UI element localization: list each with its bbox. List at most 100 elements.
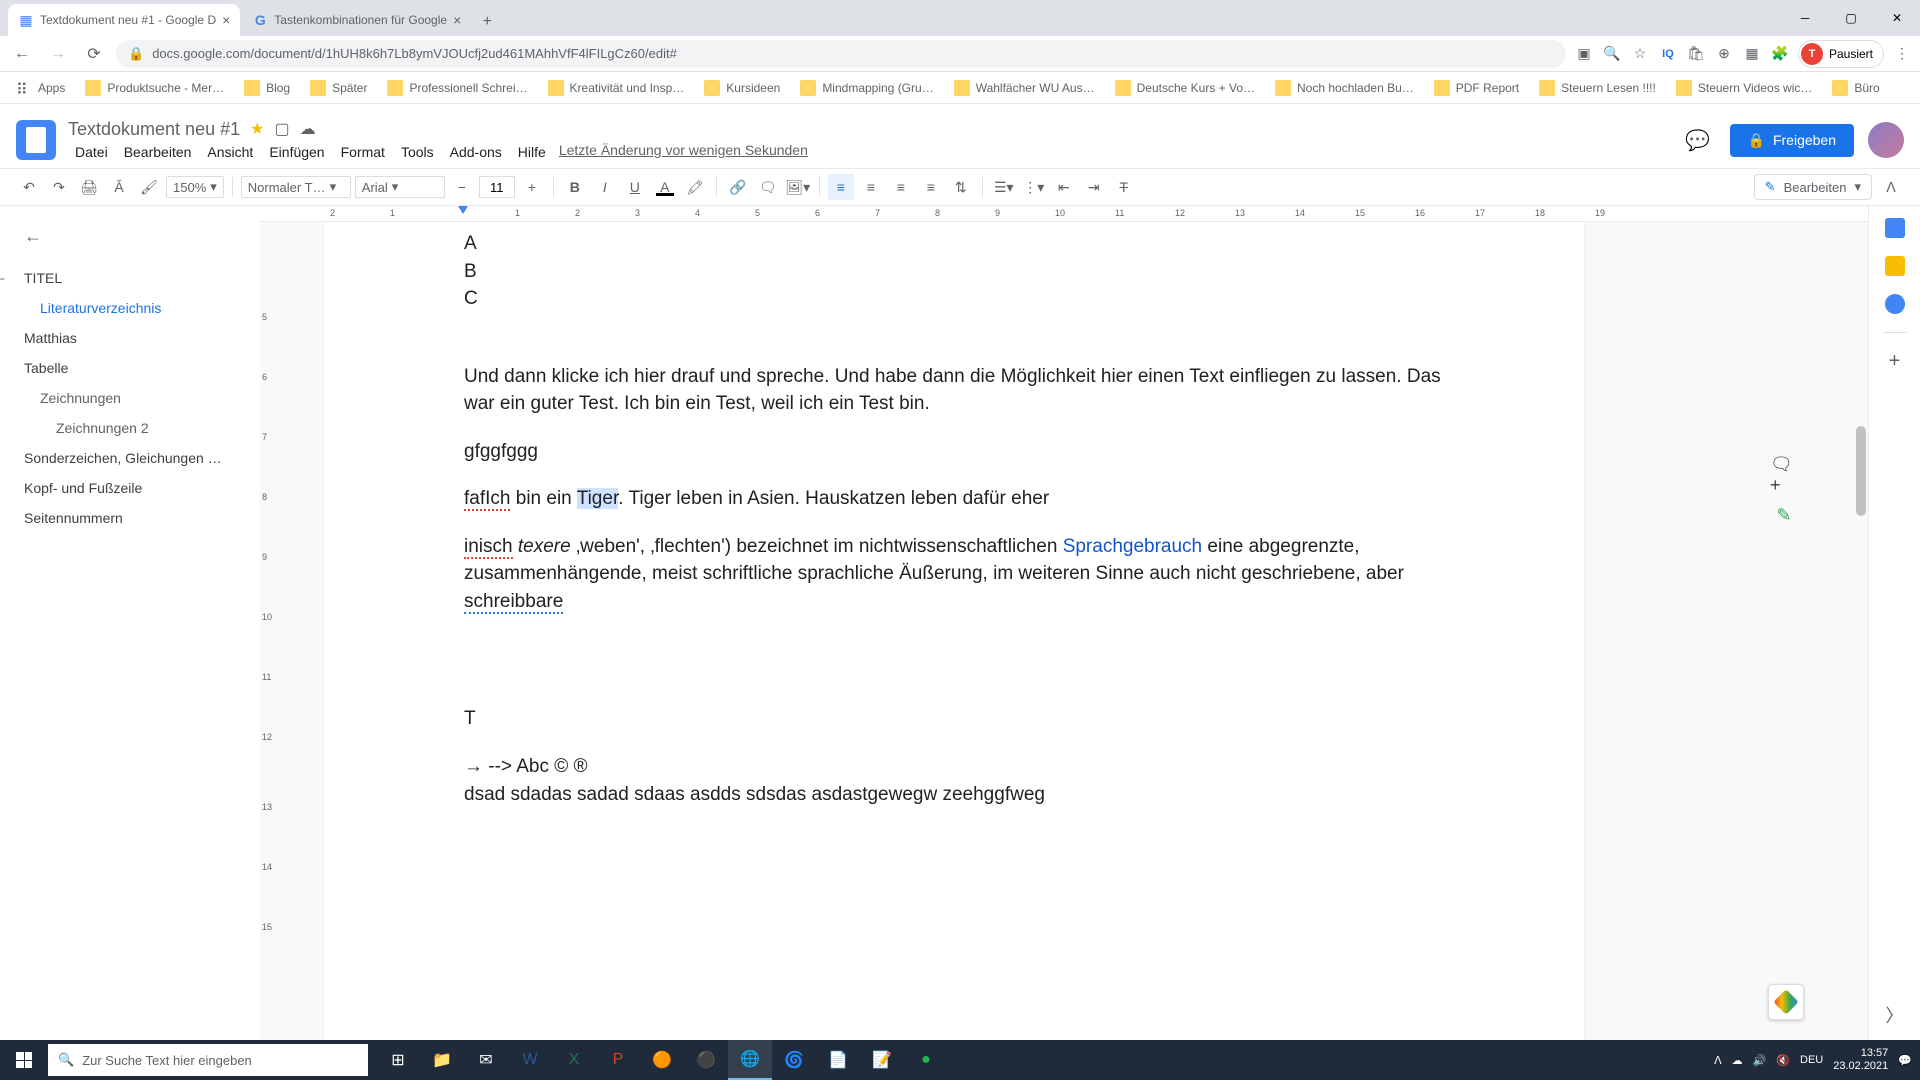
- forward-button[interactable]: →: [44, 40, 72, 68]
- move-icon[interactable]: ▢: [274, 119, 289, 139]
- bookmark-item[interactable]: Kreativität und Insp…: [540, 76, 693, 100]
- grammar-error[interactable]: schreibbare: [464, 591, 563, 614]
- menu-format[interactable]: Format: [334, 142, 392, 162]
- outline-heading[interactable]: TITEL: [12, 263, 260, 293]
- paragraph[interactable]: fafIch bin ein Tiger. Tiger leben in Asi…: [464, 485, 1444, 513]
- tray-chevron-icon[interactable]: ᐱ: [1714, 1054, 1722, 1067]
- text-line[interactable]: C: [464, 285, 1444, 313]
- bookmark-item[interactable]: Kursideen: [696, 76, 788, 100]
- document-title[interactable]: Textdokument neu #1: [68, 119, 240, 140]
- menu-tools[interactable]: Tools: [394, 142, 441, 162]
- line-spacing-button[interactable]: ⇅: [948, 174, 974, 200]
- document-page[interactable]: A B C Und dann klicke ich hier drauf und…: [324, 222, 1584, 1040]
- bookmark-item[interactable]: PDF Report: [1426, 76, 1527, 100]
- align-center-button[interactable]: ≡: [858, 174, 884, 200]
- bookmark-item[interactable]: Später: [302, 76, 375, 100]
- reload-button[interactable]: ⟳: [80, 40, 108, 68]
- chrome-icon[interactable]: 🌐: [728, 1040, 772, 1080]
- suggest-edit-button[interactable]: ✎: [1770, 501, 1798, 529]
- notepad-icon[interactable]: 📝: [860, 1040, 904, 1080]
- paragraph-style-select[interactable]: Normaler T…▾: [241, 176, 351, 198]
- zoom-icon[interactable]: 🔍: [1602, 44, 1622, 64]
- spelling-error[interactable]: fafIch: [464, 488, 510, 511]
- bookmark-item[interactable]: Wahlfächer WU Aus…: [946, 76, 1103, 100]
- spellcheck-button[interactable]: Ǎ: [106, 174, 132, 200]
- edge-icon[interactable]: 🌀: [772, 1040, 816, 1080]
- add-addon-button[interactable]: +: [1885, 351, 1905, 371]
- outline-heading[interactable]: Zeichnungen: [12, 383, 260, 413]
- redo-button[interactable]: ↷: [46, 174, 72, 200]
- font-select[interactable]: Arial▾: [355, 176, 445, 198]
- menu-insert[interactable]: Einfügen: [262, 142, 331, 162]
- apps-button[interactable]: ⠿Apps: [8, 76, 73, 100]
- bookmark-item[interactable]: Noch hochladen Bu…: [1267, 76, 1422, 100]
- paragraph[interactable]: → --> Abc © ®: [464, 753, 1444, 781]
- paragraph[interactable]: dsad sdadas sadad sdaas asdds sdsdas asd…: [464, 781, 1444, 809]
- bookmark-item[interactable]: Mindmapping (Gru…: [792, 76, 941, 100]
- explorer-icon[interactable]: 📁: [420, 1040, 464, 1080]
- align-right-button[interactable]: ≡: [888, 174, 914, 200]
- collapse-panel-button[interactable]: 〉: [1886, 1002, 1904, 1028]
- network-icon[interactable]: 🔇: [1776, 1054, 1790, 1067]
- print-button[interactable]: 🖨: [76, 174, 102, 200]
- zoom-select[interactable]: 150%▾: [166, 176, 224, 198]
- docs-logo[interactable]: [16, 120, 56, 160]
- clock[interactable]: 13:57 23.02.2021: [1833, 1047, 1888, 1073]
- account-avatar[interactable]: [1868, 122, 1904, 158]
- share-button[interactable]: 🔒 Freigeben: [1730, 124, 1854, 157]
- back-button[interactable]: ←: [8, 40, 36, 68]
- bookmark-item[interactable]: Steuern Lesen !!!!: [1531, 76, 1664, 100]
- align-justify-button[interactable]: ≡: [918, 174, 944, 200]
- bookmark-item[interactable]: Büro: [1824, 76, 1887, 100]
- highlight-color-button[interactable]: 🖍: [682, 174, 708, 200]
- text-line[interactable]: A: [464, 230, 1444, 258]
- maximize-button[interactable]: ▢: [1828, 0, 1874, 36]
- document-body[interactable]: A B C Und dann klicke ich hier drauf und…: [464, 222, 1444, 808]
- outline-collapse-icon[interactable]: −: [0, 272, 5, 286]
- editing-mode-select[interactable]: ✎ Bearbeiten ▾: [1754, 174, 1872, 200]
- explore-button[interactable]: [1768, 984, 1804, 1020]
- spotify-icon[interactable]: ●: [904, 1040, 948, 1080]
- language-indicator[interactable]: DEU: [1800, 1054, 1823, 1066]
- menu-addons[interactable]: Add-ons: [443, 142, 509, 162]
- undo-button[interactable]: ↶: [16, 174, 42, 200]
- underline-button[interactable]: U: [622, 174, 648, 200]
- bookmark-item[interactable]: Produktsuche - Mer…: [77, 76, 232, 100]
- cloud-saved-icon[interactable]: ☁: [300, 119, 316, 139]
- menu-icon[interactable]: ⋮: [1892, 44, 1912, 64]
- paint-format-button[interactable]: 🖌: [136, 174, 162, 200]
- hyperlink[interactable]: Sprachgebrauch: [1063, 536, 1202, 557]
- volume-icon[interactable]: 🔊: [1753, 1054, 1767, 1067]
- notification-icon[interactable]: 💬: [1898, 1054, 1912, 1067]
- bulleted-list-button[interactable]: ⋮▾: [1021, 174, 1047, 200]
- close-icon[interactable]: ×: [453, 12, 461, 28]
- bold-button[interactable]: B: [562, 174, 588, 200]
- menu-help[interactable]: Hilfe: [511, 142, 553, 162]
- outline-heading[interactable]: Zeichnungen 2: [12, 413, 260, 443]
- windows-search-input[interactable]: 🔍 Zur Suche Text hier eingeben: [48, 1044, 368, 1076]
- word-icon[interactable]: W: [508, 1040, 552, 1080]
- clear-formatting-button[interactable]: T: [1111, 174, 1137, 200]
- iq-icon[interactable]: IQ: [1658, 44, 1678, 64]
- outline-heading[interactable]: Literaturverzeichnis: [12, 293, 260, 323]
- puzzle-icon[interactable]: 🧩: [1770, 44, 1790, 64]
- task-view-button[interactable]: ⊞: [376, 1040, 420, 1080]
- excel-icon[interactable]: X: [552, 1040, 596, 1080]
- comments-button[interactable]: 💬: [1680, 122, 1716, 158]
- paragraph[interactable]: gfggfggg: [464, 438, 1444, 466]
- star-icon[interactable]: ★: [250, 119, 264, 139]
- new-tab-button[interactable]: +: [473, 8, 501, 36]
- minimize-button[interactable]: ─: [1782, 0, 1828, 36]
- collapse-toolbar-button[interactable]: ᐱ: [1878, 174, 1904, 200]
- font-size-input[interactable]: 11: [479, 176, 515, 198]
- reader-icon[interactable]: 📄: [816, 1040, 860, 1080]
- document-canvas[interactable]: 2 1 1 2 3 4 5 6 7 8 9 10 11 12 13 14 15 …: [260, 206, 1868, 1040]
- insert-comment-button[interactable]: 🗨: [755, 174, 781, 200]
- paragraph[interactable]: T: [464, 705, 1444, 733]
- vertical-ruler[interactable]: 5 6 7 8 9 10 11 12 13 14 15: [260, 222, 278, 1040]
- bookmark-item[interactable]: Steuern Videos wic…: [1668, 76, 1821, 100]
- menu-edit[interactable]: Bearbeiten: [117, 142, 199, 162]
- outline-close-button[interactable]: ←: [12, 218, 260, 255]
- close-icon[interactable]: ×: [222, 12, 230, 28]
- indent-marker-icon[interactable]: [458, 206, 468, 216]
